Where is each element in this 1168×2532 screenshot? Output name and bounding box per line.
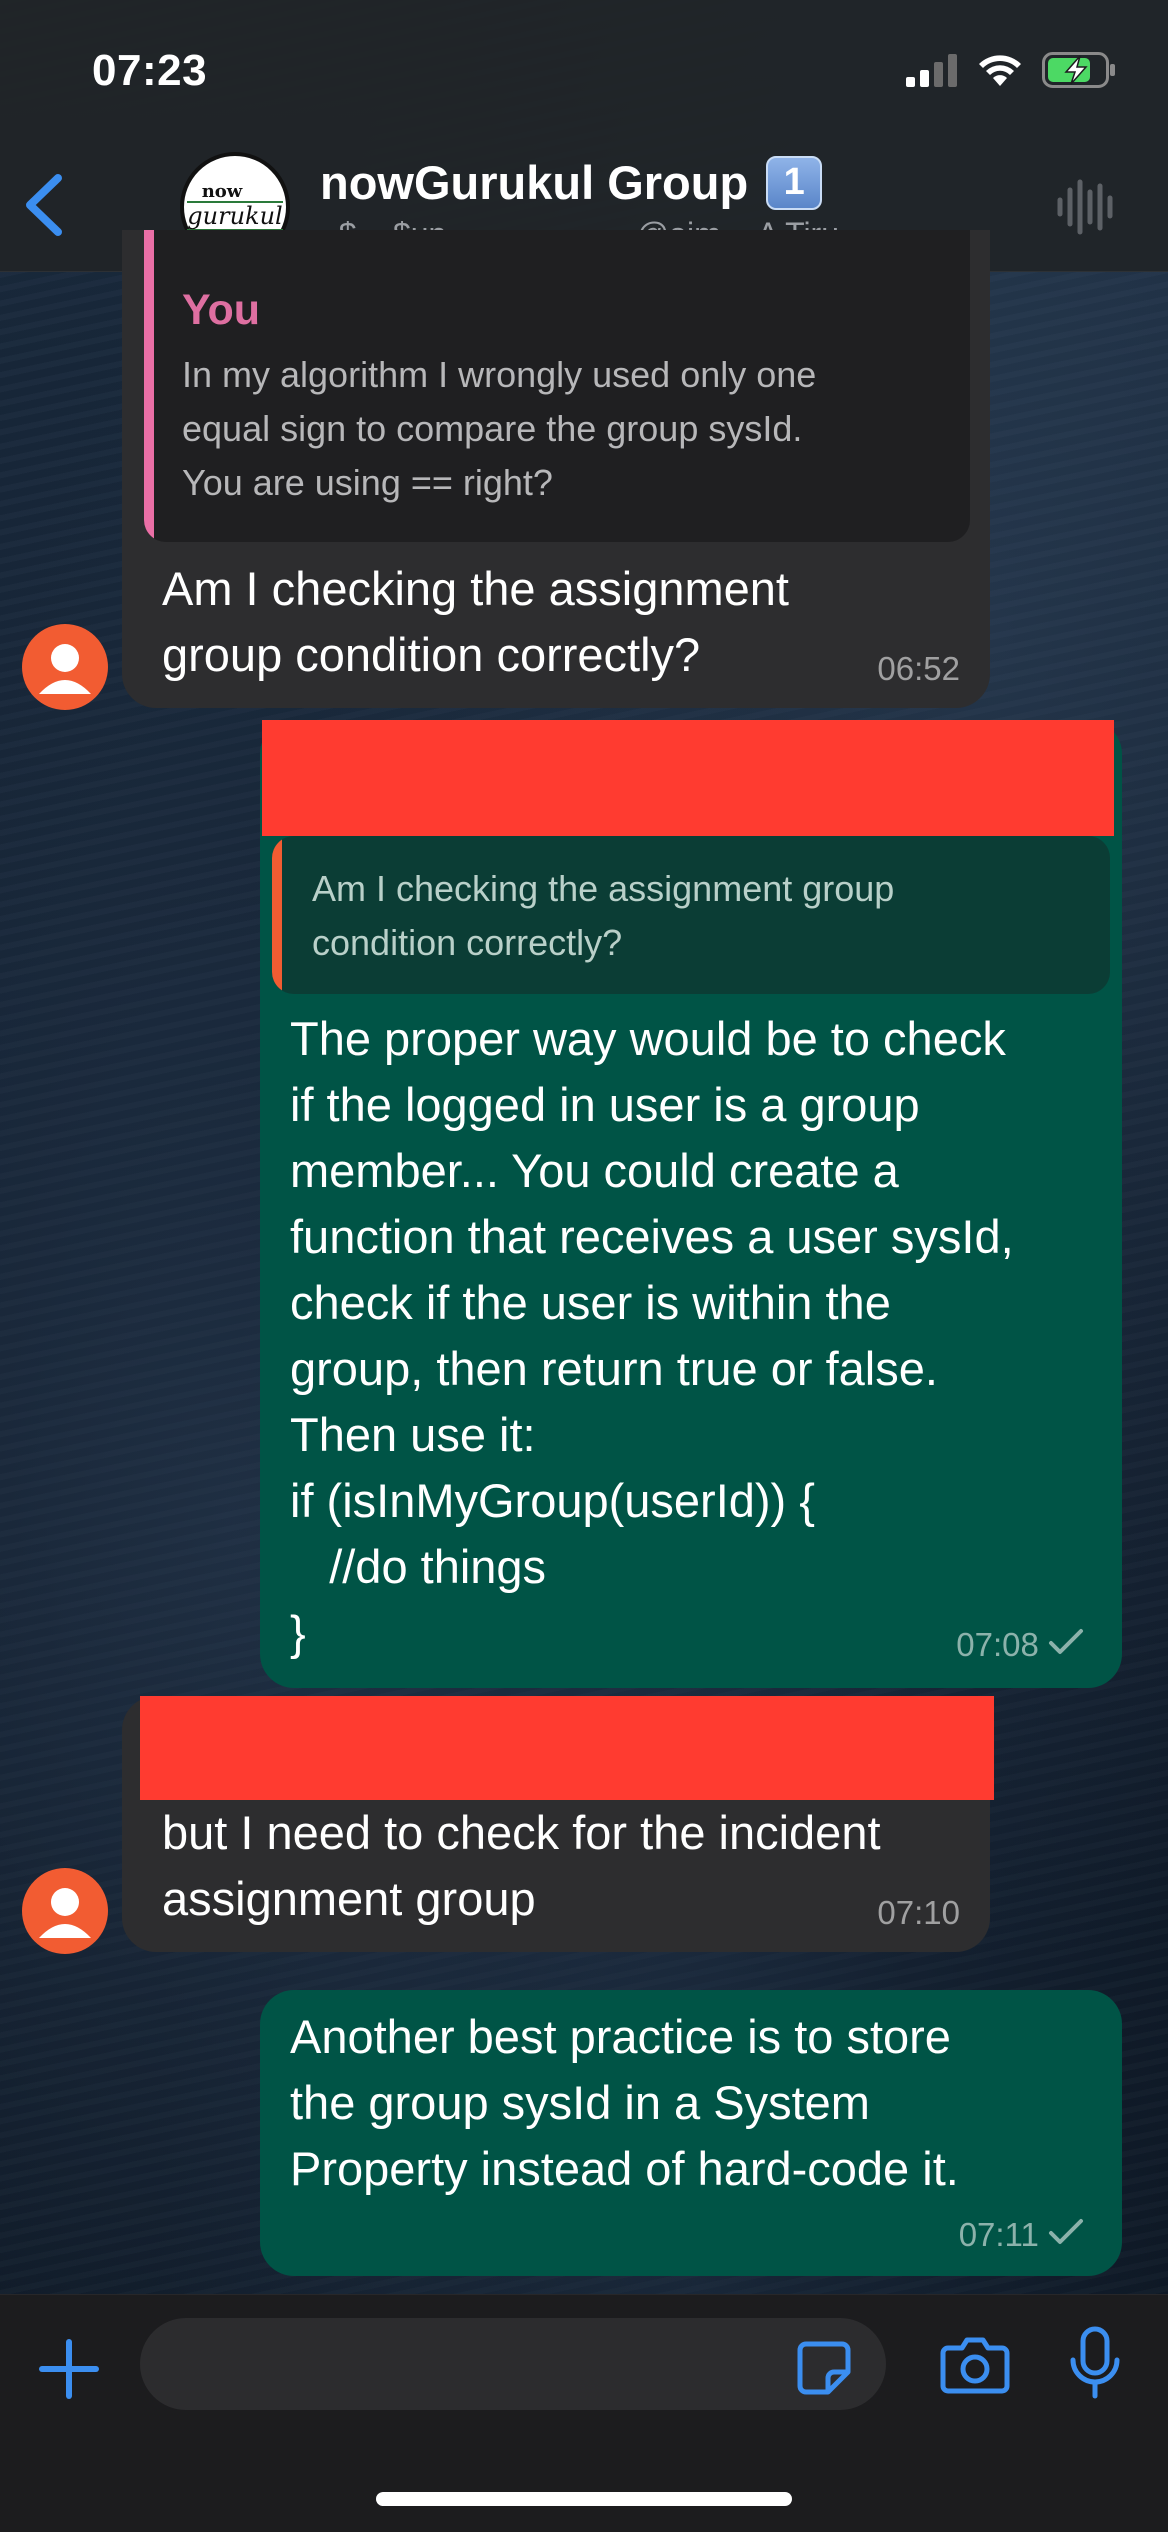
quote-bar [144, 230, 154, 542]
redacted-sender-name [262, 720, 1114, 836]
status-icons [906, 52, 1116, 88]
avatar-logo-now: now [201, 181, 243, 202]
message-bubble-outgoing[interactable]: Am I checking the assignment group condi… [260, 720, 1122, 1688]
person-icon [39, 644, 91, 694]
sender-avatar[interactable] [22, 1868, 108, 1954]
message-bubble-incoming[interactable]: You In my algorithm I wrongly used only … [122, 230, 990, 708]
message-time: 07:11 [959, 2216, 1084, 2254]
redacted-sender-name [140, 1696, 994, 1800]
quote-author: You [182, 286, 261, 334]
reply-quote[interactable]: Am I checking the assignment group condi… [272, 836, 1110, 994]
message-time-label: 07:11 [958, 2216, 1039, 2253]
message-time: 07:10 [877, 1894, 960, 1931]
quote-text: Am I checking the assignment group condi… [312, 868, 895, 963]
sent-check-icon [1049, 2219, 1083, 2244]
message-text: The proper way would be to check if the … [290, 1012, 1014, 1659]
microphone-icon[interactable] [1068, 2326, 1122, 2402]
group-badge: 1 [766, 155, 823, 210]
message-input[interactable] [140, 2318, 886, 2410]
message-time-label: 07:08 [956, 1626, 1039, 1663]
signal-icon [906, 54, 957, 87]
person-icon [39, 1888, 91, 1938]
quote-bar [272, 836, 282, 994]
message-text: but I need to check for the incident ass… [162, 1806, 881, 1925]
avatar-logo-gurukul: gurukul [187, 201, 283, 231]
status-time: 07:23 [92, 46, 208, 95]
plus-icon[interactable] [38, 2338, 100, 2400]
reply-quote[interactable]: You In my algorithm I wrongly used only … [144, 230, 970, 542]
sticker-icon[interactable] [796, 2340, 852, 2396]
quote-text: In my algorithm I wrongly used only one … [182, 354, 817, 503]
sent-check-icon [1049, 1629, 1083, 1654]
waveform-icon[interactable] [1056, 178, 1116, 236]
message-text: Am I checking the assignment group condi… [162, 562, 789, 681]
wifi-icon [979, 55, 1021, 86]
battery-charging-icon [1042, 52, 1115, 88]
message-text: Another best practice is to store the gr… [290, 2010, 959, 2195]
sender-avatar[interactable] [22, 624, 108, 710]
home-indicator[interactable] [376, 2492, 792, 2506]
message-time: 06:52 [877, 650, 960, 687]
camera-icon[interactable] [940, 2334, 1010, 2394]
group-name: nowGurukul Group [320, 156, 749, 209]
chat-title-row[interactable]: nowGurukul Group 1 [320, 155, 823, 210]
message-bubble-outgoing[interactable]: Another best practice is to store the gr… [260, 1990, 1122, 2276]
back-chevron-icon[interactable] [20, 170, 68, 240]
message-time: 07:08 [956, 1626, 1084, 1664]
